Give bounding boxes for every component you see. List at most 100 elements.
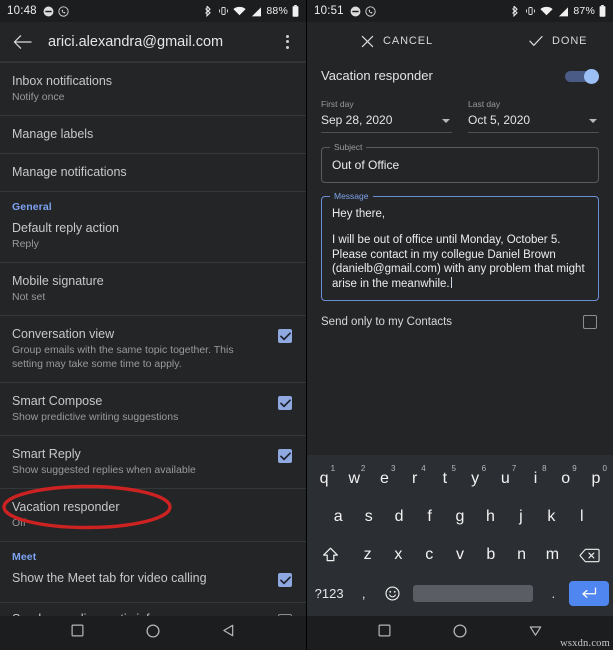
row-title: Conversation view [12, 327, 115, 341]
shift-key[interactable] [309, 536, 352, 574]
back-triangle-icon[interactable] [529, 624, 542, 642]
key-j[interactable]: j [506, 498, 536, 536]
checkbox-show-meet-tab[interactable] [278, 573, 292, 587]
checkbox-smart-compose[interactable] [278, 396, 292, 410]
key-g[interactable]: g [445, 498, 475, 536]
key-q[interactable]: 1q [309, 460, 339, 498]
key-label: . [551, 585, 556, 601]
key-label: u [500, 470, 510, 487]
key-t[interactable]: 5t [430, 460, 460, 498]
battery-icon [292, 5, 299, 17]
key-c[interactable]: c [414, 536, 445, 574]
wifi-icon [540, 6, 554, 17]
settings-row-inbox-notifications[interactable]: Inbox notifications Notify once [0, 63, 306, 115]
keyboard-row-1: 1q 2w 3e 4r 5t 6y 7u 8i 9o 0p [309, 460, 611, 498]
key-label: e [380, 470, 389, 487]
close-x-icon [361, 35, 374, 47]
checkbox-conversation-view[interactable] [278, 329, 292, 343]
left-phone-screen: 10:48 88% arici.alexandra@gmail.com Inbo… [0, 0, 306, 650]
last-day-field[interactable]: Last day Oct 5, 2020 [468, 99, 599, 133]
settings-row-conversation-view[interactable]: Conversation view Group emails with the … [0, 316, 306, 382]
row-subtitle: Show suggested replies when available [12, 464, 196, 476]
recents-square-icon[interactable] [378, 624, 391, 642]
key-num: 8 [542, 464, 547, 473]
key-u[interactable]: 7u [490, 460, 520, 498]
message-field[interactable]: Message Hey there, I will be out of offi… [321, 190, 599, 301]
last-day-label: Last day [468, 99, 501, 109]
row-title: Smart Reply [12, 447, 81, 461]
key-label: n [517, 546, 527, 563]
key-n[interactable]: n [506, 536, 537, 574]
key-m[interactable]: m [537, 536, 568, 574]
key-d[interactable]: d [384, 498, 414, 536]
key-y[interactable]: 6y [460, 460, 490, 498]
key-h[interactable]: h [475, 498, 505, 536]
key-label: t [442, 470, 448, 487]
keyboard-row-2: a s d f g h j k l [309, 498, 611, 536]
first-day-field[interactable]: First day Sep 28, 2020 [321, 99, 452, 133]
done-button[interactable]: DONE [529, 35, 587, 47]
space-key[interactable] [407, 574, 539, 612]
key-z[interactable]: z [352, 536, 383, 574]
first-day-value: Sep 28, 2020 [321, 113, 393, 127]
vibrate-icon [525, 5, 536, 17]
settings-row-default-reply-action[interactable]: Default reply action Reply [0, 216, 306, 262]
home-circle-icon[interactable] [146, 623, 160, 643]
key-x[interactable]: x [383, 536, 414, 574]
status-bar-right: 10:51 87% [307, 0, 613, 22]
checkbox-send-only-contacts[interactable] [583, 315, 597, 329]
back-triangle-icon[interactable] [222, 624, 235, 642]
key-k[interactable]: k [536, 498, 566, 536]
vacation-responder-switch[interactable] [565, 68, 599, 84]
checkbox-smart-reply[interactable] [278, 449, 292, 463]
send-only-contacts-row[interactable]: Send only to my Contacts [307, 301, 613, 329]
period-key[interactable]: . [539, 574, 568, 612]
key-l[interactable]: l [567, 498, 597, 536]
chevron-down-icon[interactable] [589, 119, 597, 123]
key-label: w [348, 470, 361, 487]
key-w[interactable]: 2w [339, 460, 369, 498]
symbols-key[interactable]: ?123 [309, 574, 349, 612]
more-vertical-icon[interactable] [278, 30, 296, 54]
settings-row-smart-compose[interactable]: Smart Compose Show predictive writing su… [0, 383, 306, 435]
home-circle-icon[interactable] [453, 623, 467, 643]
backspace-key[interactable] [568, 536, 611, 574]
settings-row-show-meet-tab[interactable]: Show the Meet tab for video calling [0, 566, 306, 602]
key-f[interactable]: f [414, 498, 444, 536]
key-e[interactable]: 3e [369, 460, 399, 498]
message-body: I will be out of office until Monday, Oc… [332, 234, 585, 290]
settings-row-mobile-signature[interactable]: Mobile signature Not set [0, 263, 306, 315]
settings-row-vacation-responder[interactable]: Vacation responder Off [0, 489, 306, 541]
section-header-general: General [12, 201, 52, 213]
settings-row-manage-notifications[interactable]: Manage notifications [0, 154, 306, 191]
spacebar-bar [412, 584, 534, 602]
recents-square-icon[interactable] [71, 624, 84, 642]
back-arrow-icon[interactable] [10, 30, 34, 54]
enter-key[interactable] [568, 574, 611, 612]
key-label: p [591, 470, 601, 487]
key-a[interactable]: a [323, 498, 353, 536]
message-line1: Hey there, [332, 207, 386, 220]
key-v[interactable]: v [445, 536, 476, 574]
key-i[interactable]: 8i [520, 460, 550, 498]
key-p[interactable]: 0p [581, 460, 611, 498]
emoji-key[interactable] [378, 574, 407, 612]
key-b[interactable]: b [475, 536, 506, 574]
chevron-down-icon[interactable] [442, 119, 450, 123]
comma-key[interactable]: , [349, 574, 378, 612]
key-label: l [579, 508, 584, 525]
status-time: 10:48 [7, 5, 37, 17]
watermark: wsxdn.com [560, 638, 610, 649]
settings-row-manage-labels[interactable]: Manage labels [0, 116, 306, 153]
key-label: q [319, 470, 329, 487]
key-s[interactable]: s [353, 498, 383, 536]
key-r[interactable]: 4r [400, 460, 430, 498]
row-subtitle: Off [12, 517, 26, 529]
cancel-button[interactable]: CANCEL [361, 35, 433, 48]
vacation-responder-toggle-row[interactable]: Vacation responder [307, 56, 613, 93]
key-o[interactable]: 9o [551, 460, 581, 498]
subject-field[interactable]: Subject Out of Office [321, 142, 599, 183]
settings-row-smart-reply[interactable]: Smart Reply Show suggested replies when … [0, 436, 306, 488]
key-num: 9 [572, 464, 577, 473]
